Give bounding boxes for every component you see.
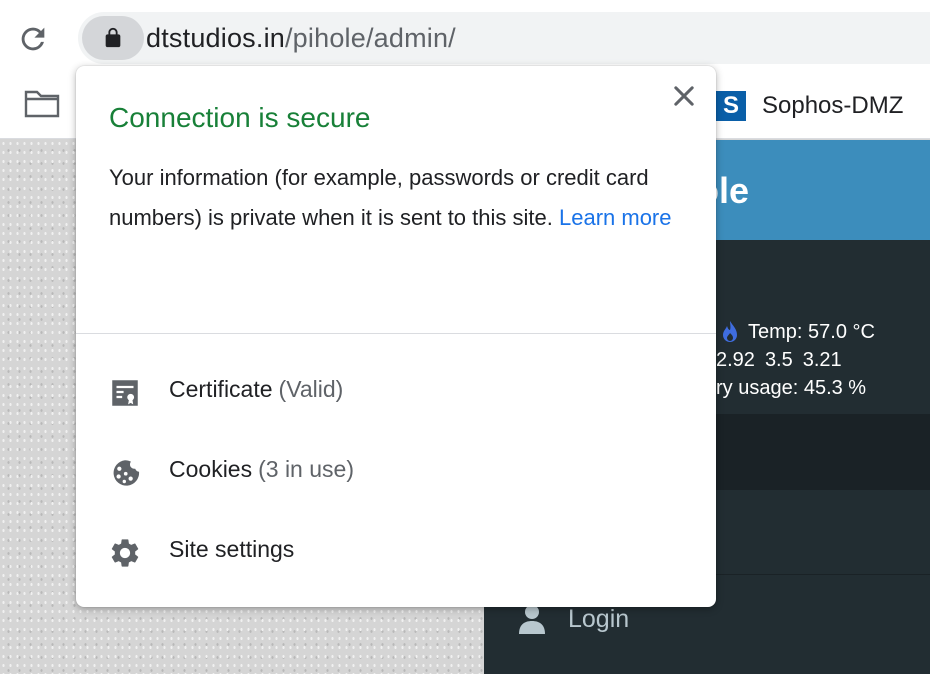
certificate-item[interactable]: Certificate (Valid) [76,352,716,432]
bookmark-label: Sophos-DMZ [762,92,904,119]
memory-usage-stat: ry usage: 45.3 % [716,377,867,399]
cookies-label: Cookies [169,456,253,482]
sophos-logo-icon: S [716,91,746,121]
cookie-icon [108,456,142,490]
url-path: /pihole/admin/ [284,23,456,53]
folder-icon[interactable] [24,88,60,123]
login-label: Login [568,604,630,633]
user-icon [519,605,545,634]
certificate-status: (Valid) [278,376,344,402]
reload-icon[interactable] [16,22,50,56]
load-15: 3.21 [802,349,842,371]
sidebar-item-login[interactable]: Login [518,604,629,634]
popup-description: Your information (for example, passwords… [109,158,694,238]
close-icon[interactable] [670,82,698,110]
temperature-stat: Temp: 57.0 °C [720,320,875,344]
load-5: 3.5 [764,349,793,371]
site-info-button[interactable] [82,16,144,60]
site-settings-label: Site settings [169,536,295,562]
url-text[interactable]: dtstudios.in/pihole/admin/ [146,22,456,54]
popup-divider [76,333,716,334]
gear-icon [108,536,142,570]
temperature-value: Temp: 57.0 °C [748,320,875,343]
lock-icon [105,27,121,48]
cookies-item[interactable]: Cookies (3 in use) [76,432,716,512]
certificate-label: Certificate [169,376,273,402]
certificate-icon [108,376,142,410]
popup-title: Connection is secure [109,102,371,133]
browser-toolbar: dtstudios.in/pihole/admin/ [0,0,930,76]
learn-more-link[interactable]: Learn more [559,205,672,230]
load-1: 2.92 [716,349,755,371]
cookies-count: (3 in use) [258,456,354,482]
url-host: dtstudios.in [146,23,285,53]
load-stat: 2.92 3.5 3.21 [716,349,852,372]
flame-icon [723,321,737,342]
site-settings-item[interactable]: Site settings [76,512,716,592]
bookmark-sophos-dmz[interactable]: S Sophos-DMZ [716,86,903,126]
